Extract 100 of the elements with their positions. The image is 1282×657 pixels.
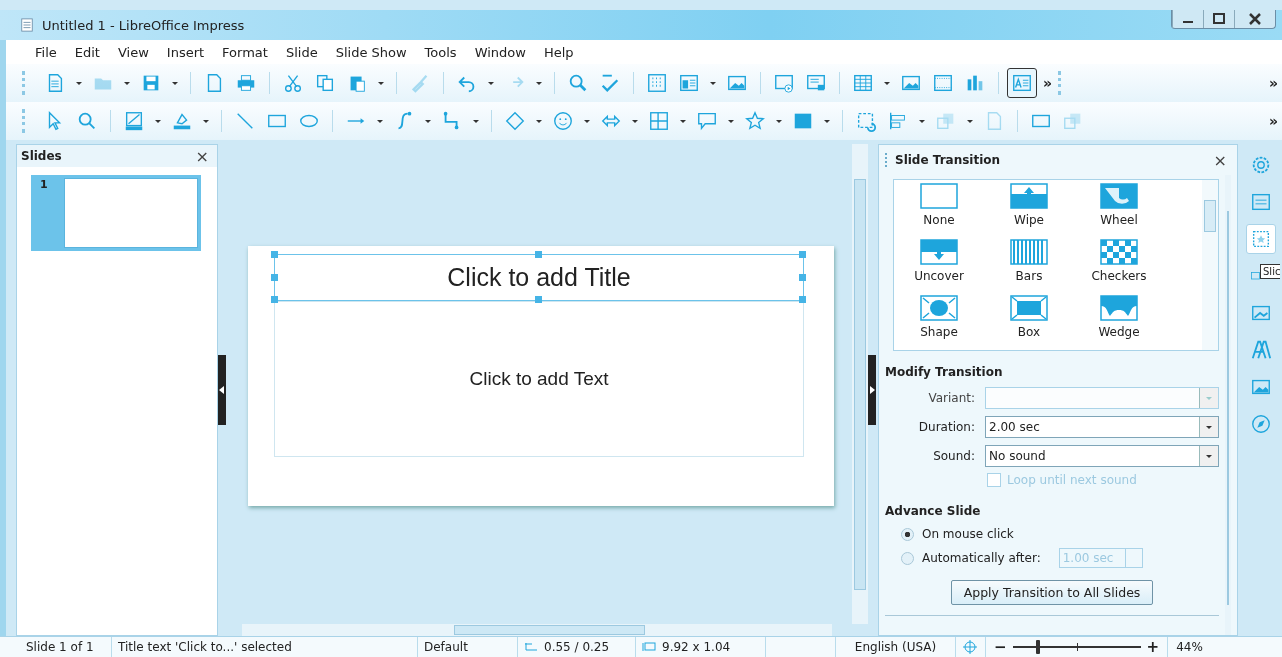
menu-item[interactable]: Slide: [276, 44, 327, 60]
menu-item[interactable]: Window: [465, 44, 535, 60]
slide-layout-icon[interactable]: [678, 72, 700, 94]
transition-option[interactable]: Wheel: [1074, 183, 1164, 239]
grid-icon[interactable]: [646, 72, 668, 94]
gallery-scrollbar[interactable]: [1202, 180, 1218, 350]
spelling-icon[interactable]: [599, 72, 621, 94]
transition-option[interactable]: Wedge: [1074, 295, 1164, 351]
menu-item[interactable]: Edit: [65, 44, 109, 60]
transition-option[interactable]: Checkers: [1074, 239, 1164, 295]
radio-label[interactable]: Automatically after:: [922, 551, 1041, 565]
selection-handle[interactable]: [271, 296, 278, 303]
selection-handle[interactable]: [799, 273, 806, 281]
dropdown-arrow-icon[interactable]: [171, 79, 179, 87]
dropdown-arrow-icon[interactable]: [424, 117, 432, 125]
print-icon[interactable]: [235, 72, 257, 94]
line-color-icon[interactable]: [123, 110, 145, 132]
copy-icon[interactable]: [314, 72, 336, 94]
callout-icon[interactable]: [696, 110, 718, 132]
dropdown-arrow-icon[interactable]: [775, 117, 783, 125]
table-icon[interactable]: [852, 72, 874, 94]
find-replace-icon[interactable]: [567, 72, 589, 94]
content-placeholder[interactable]: Click to add Text: [274, 301, 804, 457]
film-icon[interactable]: [932, 72, 954, 94]
dropdown-arrow-icon[interactable]: [154, 117, 162, 125]
slideshow-icon[interactable]: [773, 72, 795, 94]
title-placeholder[interactable]: Click to add Title: [274, 254, 804, 301]
dropdown-arrow-icon[interactable]: [631, 117, 639, 125]
selection-handle[interactable]: [271, 273, 278, 281]
settings-icon: [1250, 154, 1272, 176]
menu-item[interactable]: Insert: [157, 44, 214, 60]
collapse-handle[interactable]: [218, 355, 226, 425]
menu-item[interactable]: Tools: [415, 44, 466, 60]
collapse-handle[interactable]: [868, 355, 876, 425]
transition-option[interactable]: Bars: [984, 239, 1074, 295]
dropdown-arrow-icon[interactable]: [123, 79, 131, 87]
menu-item[interactable]: File: [26, 44, 66, 60]
overflow-button[interactable]: »: [1039, 75, 1057, 91]
status-text: English (USA): [836, 637, 956, 657]
radio-button[interactable]: [901, 527, 914, 541]
dropdown-arrow-icon[interactable]: [918, 117, 926, 125]
radio-button[interactable]: [901, 551, 914, 565]
dropdown-arrow-icon[interactable]: [966, 117, 974, 125]
dropdown-arrow-icon[interactable]: [75, 79, 83, 87]
dropdown-field[interactable]: No sound: [985, 444, 1219, 467]
zoom-thumb[interactable]: [1036, 640, 1041, 654]
status-text: Slide 1 of 1: [20, 637, 112, 657]
transition-option[interactable]: Shape: [894, 295, 984, 351]
smiley-icon[interactable]: [552, 110, 574, 132]
transition-option[interactable]: Wipe: [984, 183, 1074, 239]
dropdown-field[interactable]: 2.00 sec: [985, 415, 1219, 438]
slide-thumbnail[interactable]: 1: [31, 175, 201, 251]
transition-option[interactable]: Box: [984, 295, 1074, 351]
selection-handle[interactable]: [535, 296, 542, 303]
field-label: Sound:: [932, 448, 976, 463]
transition-option[interactable]: Uncover: [894, 239, 984, 295]
transition-icon: [1010, 239, 1048, 265]
radio-label[interactable]: On mouse click: [922, 527, 1014, 541]
star-icon[interactable]: [744, 110, 766, 132]
menu-item[interactable]: Help: [534, 44, 583, 60]
zoom-out-button[interactable]: −: [994, 638, 1007, 656]
apply-button[interactable]: Apply Transition to All Slides: [950, 580, 1154, 605]
dropdown-arrow-icon[interactable]: [377, 79, 385, 87]
selection-handle[interactable]: [535, 251, 542, 258]
menu-item[interactable]: Slide Show: [326, 44, 416, 60]
horizontal-scrollbar[interactable]: [242, 624, 832, 636]
dropdown-arrow-icon[interactable]: [727, 117, 735, 125]
overflow-button[interactable]: »: [1264, 75, 1282, 91]
sidebar-scrollbar[interactable]: [1225, 175, 1231, 635]
dropdown-arrow-icon[interactable]: [583, 117, 591, 125]
close-button[interactable]: ×: [195, 146, 209, 166]
zoom-percent[interactable]: 44%: [1168, 640, 1211, 654]
rotate-icon[interactable]: [855, 110, 877, 132]
dropdown-arrow-icon[interactable]: [487, 79, 495, 87]
flowchart-icon[interactable]: [648, 110, 670, 132]
dropdown-arrow-icon[interactable]: [472, 117, 480, 125]
zoom-icon[interactable]: [76, 110, 98, 132]
menu-item[interactable]: Format: [213, 44, 277, 60]
transition-option[interactable]: None: [894, 183, 984, 239]
diamond-icon[interactable]: [504, 110, 526, 132]
dropdown-arrow-icon[interactable]: [535, 79, 543, 87]
text-box-icon[interactable]: [1011, 72, 1033, 94]
transition-icon: [1010, 295, 1048, 321]
selection-handle[interactable]: [799, 296, 806, 303]
transition-icon: [920, 183, 958, 209]
dropdown-arrow-icon[interactable]: [823, 117, 831, 125]
dropdown-arrow-icon[interactable]: [679, 117, 687, 125]
dropdown-arrow-icon[interactable]: [376, 117, 384, 125]
move-icon[interactable]: [962, 639, 978, 655]
selection-handle[interactable]: [799, 251, 806, 258]
dropdown-arrow-icon[interactable]: [202, 117, 210, 125]
dropdown-arrow-icon[interactable]: [535, 117, 543, 125]
dropdown-arrow-icon[interactable]: [883, 79, 891, 87]
overflow-button[interactable]: »: [1264, 113, 1282, 129]
menu-item[interactable]: View: [108, 44, 158, 60]
vertical-scrollbar[interactable]: [852, 144, 868, 624]
dropdown-arrow-icon[interactable]: [709, 79, 717, 87]
zoom-in-button[interactable]: +: [1146, 638, 1160, 656]
close-button[interactable]: ×: [1213, 150, 1227, 170]
selection-handle[interactable]: [271, 251, 278, 258]
